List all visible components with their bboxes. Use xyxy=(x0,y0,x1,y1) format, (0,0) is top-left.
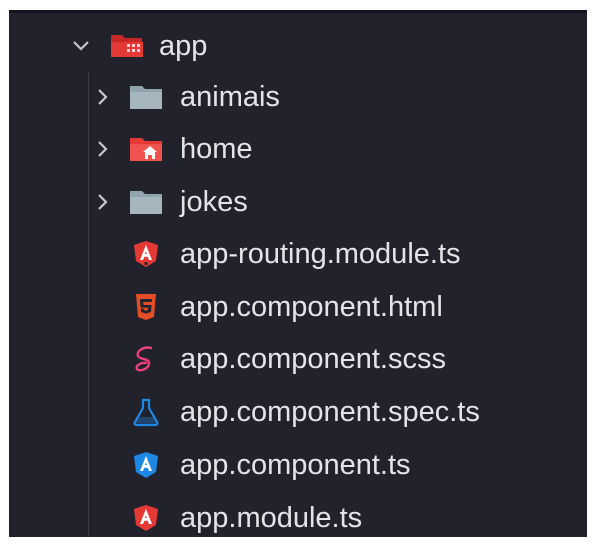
file-explorer-panel: app animais home jokes app-routing.modul… xyxy=(9,10,587,537)
tree-item-app-component-scss[interactable]: app.component.scss xyxy=(9,333,587,385)
html5-icon xyxy=(129,290,163,324)
angular-component-icon xyxy=(129,448,163,482)
tree-item-label: animais xyxy=(180,80,280,113)
sass-icon xyxy=(129,342,163,376)
tree-item-jokes-folder[interactable]: jokes xyxy=(9,176,587,228)
tree-item-app-component-ts[interactable]: app.component.ts xyxy=(9,439,587,491)
chevron-right-icon[interactable] xyxy=(93,87,113,107)
panel-top-border xyxy=(9,10,587,13)
tree-item-label: jokes xyxy=(180,185,248,218)
tree-item-label: home xyxy=(180,132,253,165)
tree-item-app-routing-module[interactable]: app-routing.module.ts xyxy=(9,228,587,280)
tree-item-label: app.component.spec.ts xyxy=(180,395,480,428)
folder-icon xyxy=(129,185,163,219)
tree-item-label: app.component.scss xyxy=(180,342,446,375)
tree-item-app-module[interactable]: app.module.ts xyxy=(9,492,587,537)
tree-item-label: app.component.html xyxy=(180,290,443,323)
tree-item-app-folder[interactable]: app xyxy=(9,20,587,72)
folder-icon xyxy=(129,80,163,114)
tree-item-label: app.component.ts xyxy=(180,448,411,481)
chevron-down-icon[interactable] xyxy=(71,36,91,56)
chevron-right-icon[interactable] xyxy=(93,192,113,212)
folder-app-open-icon xyxy=(110,29,144,63)
test-flask-icon xyxy=(129,395,163,429)
tree-item-label: app-routing.module.ts xyxy=(180,237,461,270)
folder-home-icon xyxy=(129,132,163,166)
tree-item-app-component-html[interactable]: app.component.html xyxy=(9,281,587,333)
angular-module-icon xyxy=(129,501,163,535)
tree-item-home-folder[interactable]: home xyxy=(9,123,587,175)
angular-routing-icon xyxy=(129,237,163,271)
tree-item-app-component-spec[interactable]: app.component.spec.ts xyxy=(9,386,587,438)
tree-item-label: app xyxy=(159,29,208,62)
chevron-right-icon[interactable] xyxy=(93,139,113,159)
tree-item-animais-folder[interactable]: animais xyxy=(9,71,587,123)
tree-item-label: app.module.ts xyxy=(180,501,363,534)
